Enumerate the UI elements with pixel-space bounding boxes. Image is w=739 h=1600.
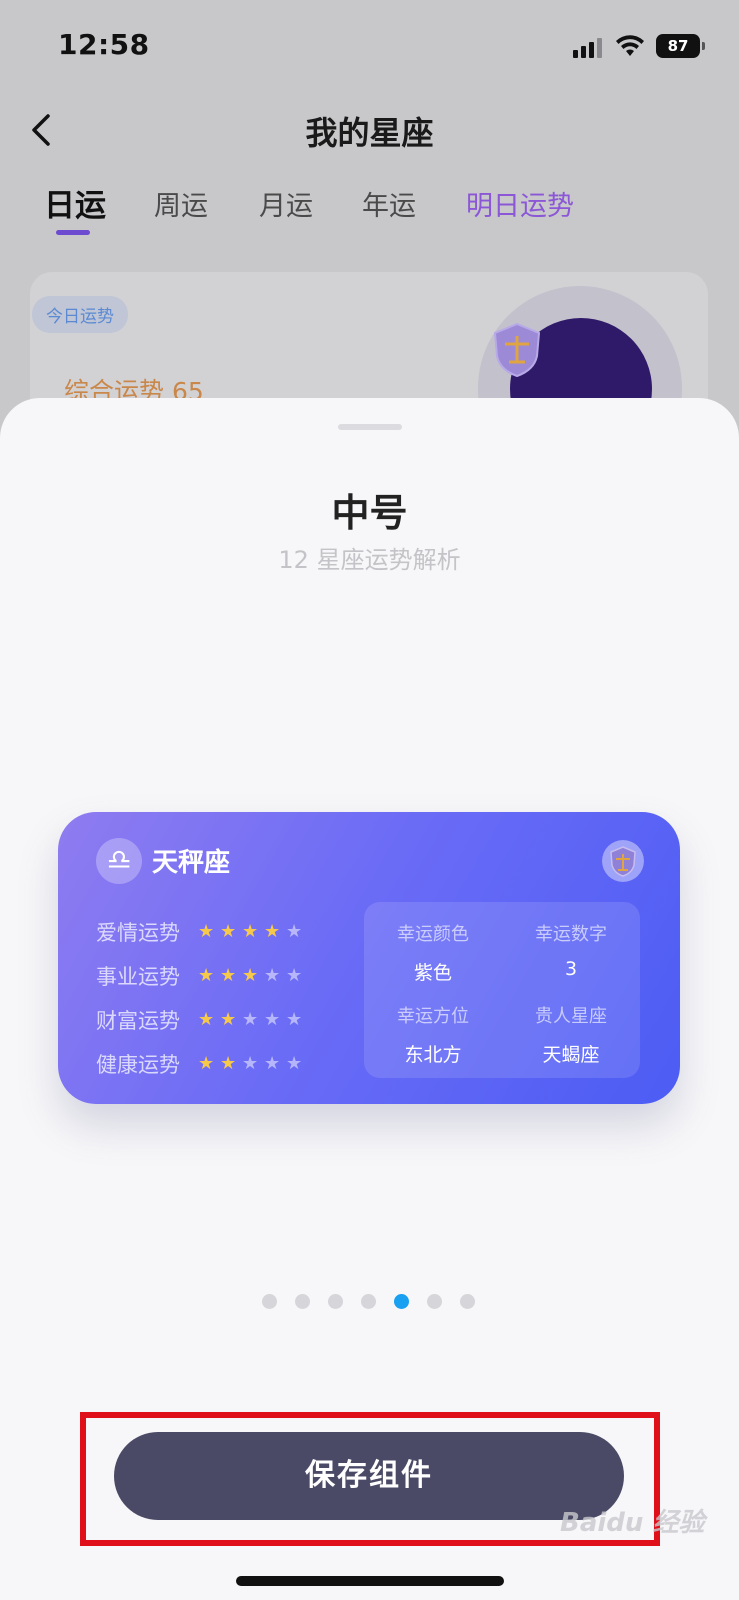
page-dot[interactable]: [262, 1294, 277, 1309]
star-empty-icon: ★: [264, 1009, 281, 1030]
star-rating: ★ ★ ★ ★ ★: [198, 967, 304, 985]
battery-icon: 87: [656, 34, 705, 58]
libra-sign-icon: ♎: [96, 838, 142, 884]
widget-size-title: 中号: [331, 491, 408, 535]
tab-daily[interactable]: 日运: [44, 180, 106, 225]
sign-name: 天秤座: [152, 848, 231, 878]
star-filled-icon: ★: [242, 965, 259, 986]
shield-icon: [493, 322, 541, 378]
page-dot[interactable]: [460, 1294, 475, 1309]
fortune-ratings: 爱情运势 ★ ★ ★ ★ ★ 事业运势 ★ ★ ★ ★ ★ 财富运势 ★ ★ ★ ★ ★ 健康运势 ★ ★…: [96, 910, 304, 1086]
page-indicator: [262, 1294, 475, 1309]
widget-bottom-sheet: 中号 12 星座运势解析 ♎ 天秤座 爱情运势 ★ ★ ★ ★ ★ 事业运势 ★ ★ ★ ★ ★…: [0, 398, 739, 1600]
star-filled-icon: ★: [198, 1009, 215, 1030]
star-rating: ★ ★ ★ ★ ★: [198, 923, 304, 941]
star-empty-icon: ★: [242, 1053, 259, 1074]
lucky-key: 幸运方位: [397, 1006, 469, 1027]
star-filled-icon: ★: [264, 921, 281, 942]
star-filled-icon: ★: [198, 921, 215, 942]
sheet-grabber[interactable]: [338, 424, 402, 430]
lucky-info-box: 幸运颜色 紫色 幸运数字 3 幸运方位 东北方 贵人星座 天蝎座: [364, 902, 640, 1078]
star-rating: ★ ★ ★ ★ ★: [198, 1011, 304, 1029]
star-filled-icon: ★: [198, 965, 215, 986]
page-title: 我的星座: [305, 114, 434, 152]
star-filled-icon: ★: [220, 1009, 237, 1030]
fortune-label: 爱情运势: [96, 921, 180, 945]
tab-tomorrow[interactable]: 明日运势: [466, 184, 574, 223]
lucky-value: 东北方: [404, 1044, 462, 1066]
fortune-row-love: 爱情运势 ★ ★ ★ ★ ★: [96, 910, 304, 954]
fortune-label: 财富运势: [96, 1009, 180, 1033]
star-empty-icon: ★: [286, 965, 303, 986]
save-widget-button[interactable]: 保存组件: [114, 1432, 624, 1520]
fortune-tabs: 日运 周运 月运 年运 明日运势: [0, 180, 739, 240]
lucky-direction: 幸运方位 东北方: [364, 1002, 502, 1067]
fortune-row-health: 健康运势 ★ ★ ★ ★ ★: [96, 1042, 304, 1086]
star-filled-icon: ★: [242, 921, 259, 942]
shield-icon: [602, 840, 644, 882]
page-dot[interactable]: [427, 1294, 442, 1309]
tab-monthly[interactable]: 月运: [259, 184, 313, 223]
noble-sign: 贵人星座 天蝎座: [502, 1002, 640, 1067]
widget-preview[interactable]: ♎ 天秤座 爱情运势 ★ ★ ★ ★ ★ 事业运势 ★ ★ ★ ★ ★ 财富运势 ★ ★ ★ ★ ★ 健…: [58, 812, 680, 1104]
fortune-row-career: 事业运势 ★ ★ ★ ★ ★: [96, 954, 304, 998]
lucky-value: 紫色: [413, 962, 452, 984]
lucky-value: 天蝎座: [542, 1044, 600, 1066]
widget-subtitle: 12 星座运势解析: [278, 546, 461, 574]
lucky-key: 贵人星座: [535, 1006, 607, 1027]
lucky-number: 幸运数字 3: [502, 920, 640, 980]
lucky-key: 幸运颜色: [397, 924, 469, 945]
status-bar: 12:58 87: [0, 0, 739, 90]
tab-weekly[interactable]: 周运: [154, 184, 208, 223]
fortune-label: 事业运势: [96, 965, 180, 989]
star-empty-icon: ★: [286, 921, 303, 942]
fortune-label: 健康运势: [96, 1053, 180, 1077]
star-empty-icon: ★: [264, 1053, 281, 1074]
today-fortune-badge: 今日运势: [32, 296, 128, 333]
star-empty-icon: ★: [286, 1053, 303, 1074]
star-empty-icon: ★: [264, 965, 281, 986]
page-dot[interactable]: [328, 1294, 343, 1309]
cellular-signal-icon: [573, 36, 602, 58]
fortune-row-wealth: 财富运势 ★ ★ ★ ★ ★: [96, 998, 304, 1042]
page-dot[interactable]: [394, 1294, 409, 1309]
lucky-key: 幸运数字: [535, 924, 607, 945]
star-filled-icon: ★: [220, 1053, 237, 1074]
star-filled-icon: ★: [220, 921, 237, 942]
home-indicator[interactable]: [236, 1576, 504, 1586]
nav-bar: 我的星座: [0, 90, 739, 170]
star-filled-icon: ★: [220, 965, 237, 986]
star-empty-icon: ★: [242, 1009, 259, 1030]
status-time: 12:58: [58, 28, 150, 61]
lucky-value: 3: [564, 958, 578, 980]
watermark: Baidu 经验: [560, 1508, 705, 1538]
wifi-icon: [616, 35, 644, 56]
tab-yearly[interactable]: 年运: [362, 184, 416, 223]
page-dot[interactable]: [361, 1294, 376, 1309]
active-tab-indicator: [56, 230, 90, 235]
star-empty-icon: ★: [286, 1009, 303, 1030]
star-filled-icon: ★: [198, 1053, 215, 1074]
lucky-color: 幸运颜色 紫色: [364, 920, 502, 985]
star-rating: ★ ★ ★ ★ ★: [198, 1055, 304, 1073]
page-dot[interactable]: [295, 1294, 310, 1309]
